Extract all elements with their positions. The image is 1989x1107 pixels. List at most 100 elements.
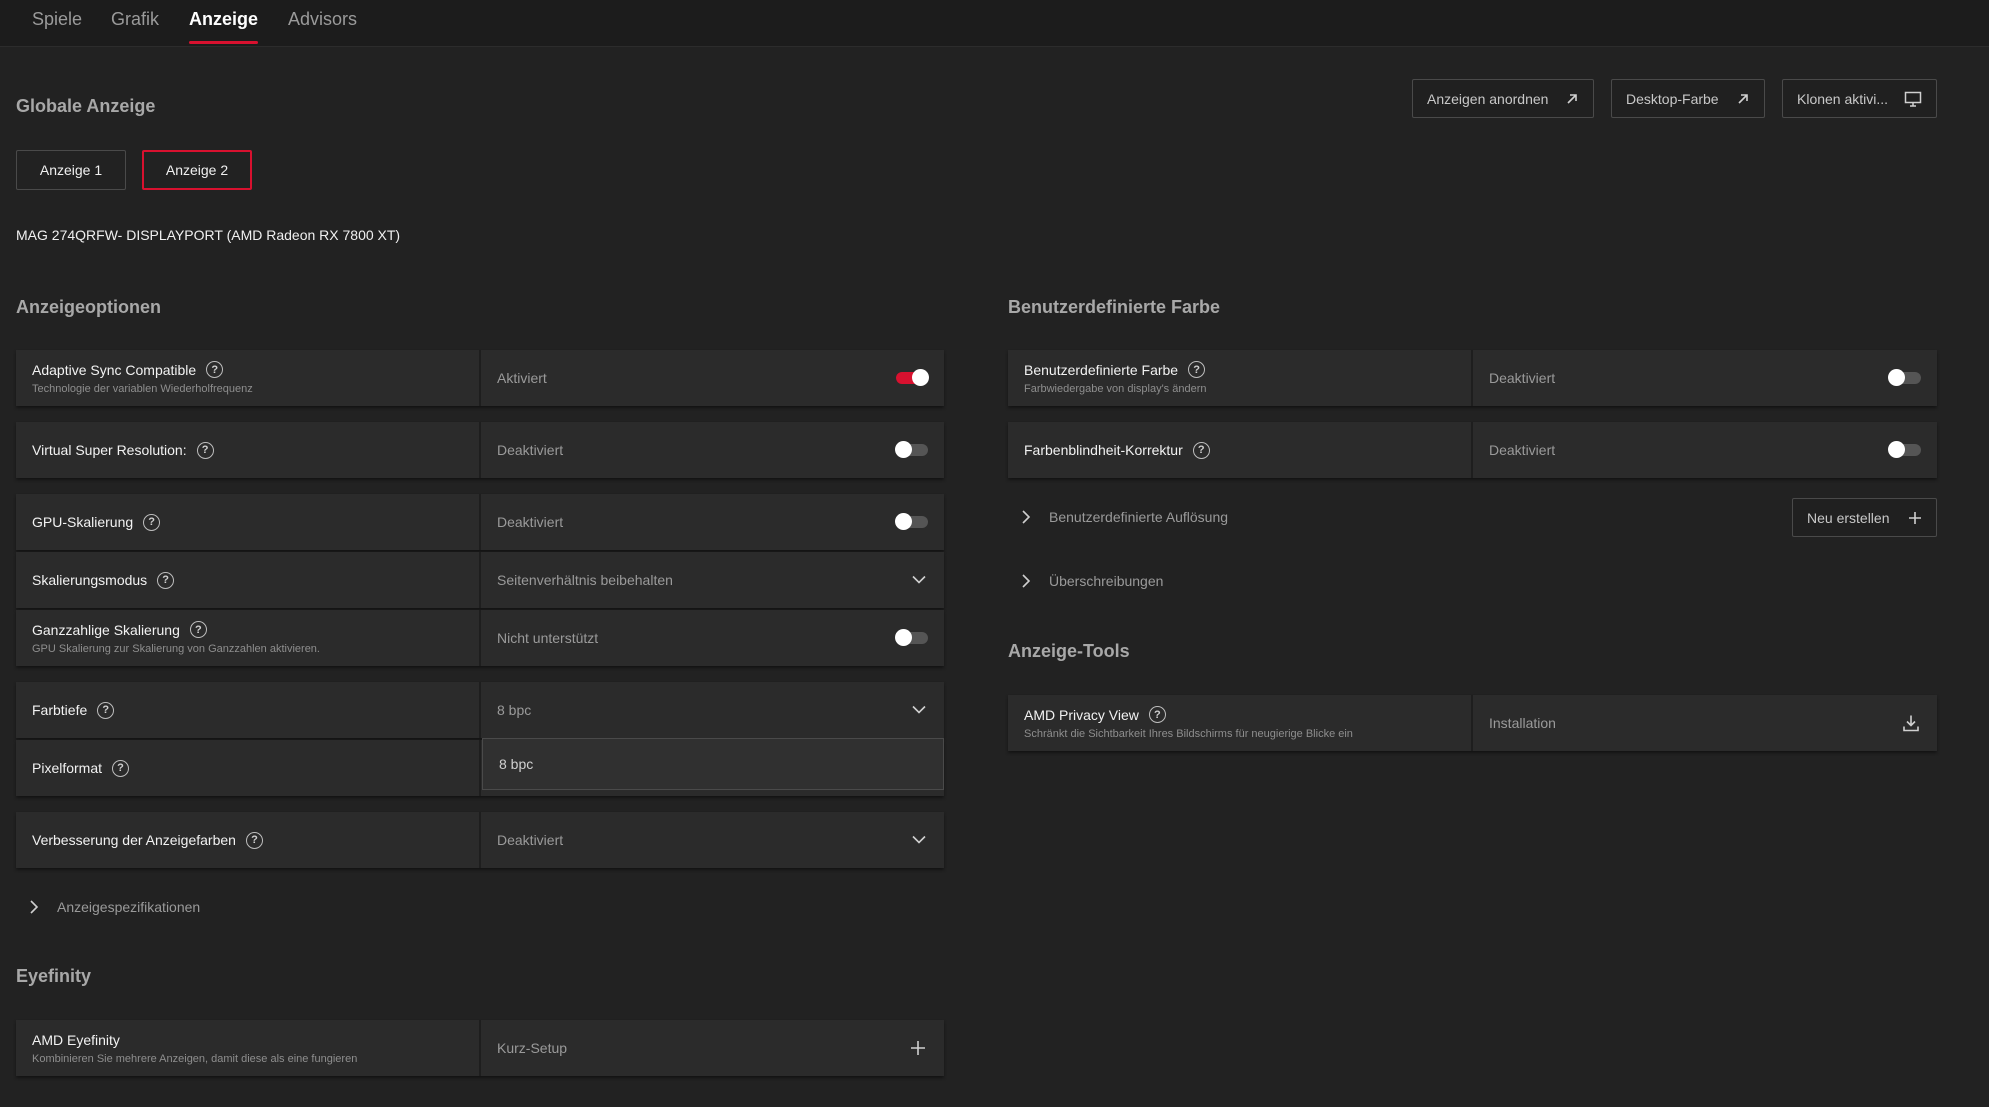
toggle-knob (1888, 441, 1905, 458)
setting-value: 8 bpc (497, 702, 532, 718)
help-icon[interactable]: ? (189, 621, 207, 638)
setting-row-integer-scaling: Ganzzahlige Skalierung? GPU Skalierung z… (16, 610, 944, 666)
monitor-name: MAG 274QRFW- DISPLAYPORT (AMD Radeon RX … (16, 227, 401, 243)
setting-value: Kurz-Setup (497, 1040, 568, 1056)
clone-label: Klonen aktivi... (1797, 90, 1889, 107)
color-enhancement-label: Verbesserung der Anzeigefarben (32, 832, 236, 848)
setting-label-cell: AMD Privacy View? Schränkt die Sichtbark… (1008, 695, 1473, 751)
overrides-label: Überschreibungen (1049, 573, 1164, 589)
setting-value: Deaktiviert (1489, 442, 1556, 458)
setting-row-adaptive-sync: Adaptive Sync Compatible? Technologie de… (16, 350, 944, 406)
arrange-displays-label: Anzeigen anordnen (1427, 90, 1549, 107)
chevron-down-icon (912, 575, 926, 585)
setting-value: Deaktiviert (497, 442, 564, 458)
help-icon[interactable]: ? (143, 513, 161, 531)
external-link-icon (1565, 92, 1579, 106)
tab-anzeige[interactable]: Anzeige (189, 0, 259, 44)
new-resolution-label: Neu erstellen (1807, 509, 1890, 526)
chevron-right-icon (1022, 510, 1031, 524)
setting-row-color-blindness: Farbenblindheit-Korrektur? Deaktiviert (1008, 422, 1937, 478)
toggle-knob (1888, 369, 1905, 386)
tab-grafik[interactable]: Grafik (111, 0, 159, 44)
help-icon[interactable]: ? (1192, 441, 1210, 459)
tab-advisors[interactable]: Advisors (288, 0, 357, 44)
integer-scaling-toggle[interactable] (895, 629, 928, 646)
custom-color-toggle[interactable] (1888, 369, 1921, 386)
setting-value: Deaktiviert (1489, 370, 1556, 386)
help-icon[interactable]: ? (112, 759, 130, 777)
setting-label: AMD Eyefinity (32, 1032, 479, 1048)
color-blindness-toggle[interactable] (1888, 441, 1921, 458)
setting-row-color-enhancement[interactable]: Verbesserung der Anzeigefarben? Deaktivi… (16, 812, 944, 868)
setting-label-cell: Pixelformat? (16, 740, 481, 796)
setting-label: Benutzerdefinierte Farbe? (1024, 361, 1471, 378)
toggle-knob (895, 513, 912, 530)
arrange-displays-button[interactable]: Anzeigen anordnen (1412, 79, 1594, 118)
setting-row-gpu-scaling: GPU-Skalierung? Deaktiviert (16, 494, 944, 550)
help-icon[interactable]: ? (196, 441, 214, 459)
color-depth-dropdown[interactable]: 8 bpc (481, 682, 944, 738)
setting-label: GPU-Skalierung? (32, 513, 479, 531)
setting-row-eyefinity: AMD Eyefinity Kombinieren Sie mehrere An… (16, 1020, 944, 1076)
plus-icon (910, 1040, 926, 1056)
setting-value-cell: Aktiviert (481, 350, 944, 406)
setting-row-privacy-view: AMD Privacy View? Schränkt die Sichtbark… (1008, 695, 1937, 751)
toggle-knob (895, 629, 912, 646)
setting-row-color-depth[interactable]: Farbtiefe? 8 bpc (16, 682, 944, 738)
dropdown-option-8bpc[interactable]: 8 bpc (482, 738, 944, 790)
vsr-toggle[interactable] (895, 441, 928, 458)
setting-label-cell: Farbtiefe? (16, 682, 481, 738)
setting-label: Farbtiefe? (32, 701, 479, 719)
privacy-view-install[interactable]: Installation (1473, 695, 1937, 751)
scaling-mode-dropdown[interactable]: Seitenverhältnis beibehalten (481, 552, 944, 608)
download-icon (1903, 715, 1919, 732)
overrides-expander[interactable]: Überschreibungen (1022, 573, 1163, 589)
setting-value: Deaktiviert (497, 514, 564, 530)
clone-button[interactable]: Klonen aktivi... (1782, 79, 1937, 118)
setting-value-cell: Deaktiviert (1473, 350, 1937, 406)
top-navigation: Spiele Grafik Anzeige Advisors (0, 0, 1989, 47)
help-icon[interactable]: ? (157, 571, 175, 589)
setting-row-custom-color: Benutzerdefinierte Farbe? Farbwiedergabe… (1008, 350, 1937, 406)
display-tools-title: Anzeige-Tools (1008, 641, 1130, 661)
setting-label: Pixelformat? (32, 759, 479, 777)
setting-label-cell: Verbesserung der Anzeigefarben? (16, 812, 481, 868)
setting-label-cell: GPU-Skalierung? (16, 494, 481, 550)
setting-label: Verbesserung der Anzeigefarben? (32, 831, 479, 849)
setting-label: Adaptive Sync Compatible? (32, 361, 479, 378)
setting-label: Farbenblindheit-Korrektur? (1024, 441, 1471, 459)
help-icon[interactable]: ? (1188, 361, 1206, 378)
desktop-color-button[interactable]: Desktop-Farbe (1611, 79, 1765, 118)
setting-value-cell: Deaktiviert (1473, 422, 1937, 478)
setting-label: Ganzzahlige Skalierung? (32, 621, 479, 638)
chevron-right-icon (1022, 574, 1031, 588)
setting-label: Skalierungsmodus? (32, 571, 479, 589)
adaptive-sync-toggle[interactable] (896, 369, 929, 386)
help-icon[interactable]: ? (206, 361, 224, 378)
color-enhancement-dropdown[interactable]: Deaktiviert (481, 812, 944, 868)
help-icon[interactable]: ? (97, 701, 115, 719)
monitor-icon (1904, 91, 1922, 107)
custom-resolution-expander[interactable]: Benutzerdefinierte Auflösung (1022, 509, 1228, 525)
setting-label: AMD Privacy View? (1024, 706, 1471, 723)
setting-label-cell: Ganzzahlige Skalierung? GPU Skalierung z… (16, 610, 481, 666)
eyefinity-quick-setup[interactable]: Kurz-Setup (481, 1020, 944, 1076)
new-resolution-button[interactable]: Neu erstellen (1792, 498, 1937, 537)
global-display-title: Globale Anzeige (16, 96, 156, 116)
tab-spiele[interactable]: Spiele (32, 0, 82, 44)
display-2-button[interactable]: Anzeige 2 (142, 150, 252, 190)
display-specs-expander[interactable]: Anzeigespezifikationen (30, 899, 200, 915)
setting-row-vsr: Virtual Super Resolution:? Deaktiviert (16, 422, 944, 478)
display-1-button[interactable]: Anzeige 1 (16, 150, 126, 190)
setting-value-cell: Deaktiviert (481, 422, 944, 478)
help-icon[interactable]: ? (1148, 706, 1166, 723)
gpu-scaling-label: GPU-Skalierung (32, 514, 134, 530)
gpu-scaling-toggle[interactable] (895, 513, 928, 530)
custom-color-title: Benutzerdefinierte Farbe (1008, 297, 1221, 317)
setting-row-scaling-mode[interactable]: Skalierungsmodus? Seitenverhältnis beibe… (16, 552, 944, 608)
setting-label-cell: Farbenblindheit-Korrektur? (1008, 422, 1473, 478)
setting-label: Virtual Super Resolution:? (32, 441, 479, 459)
help-icon[interactable]: ? (245, 831, 263, 849)
eyefinity-label: AMD Eyefinity (32, 1031, 120, 1048)
eyefinity-title: Eyefinity (16, 966, 92, 986)
